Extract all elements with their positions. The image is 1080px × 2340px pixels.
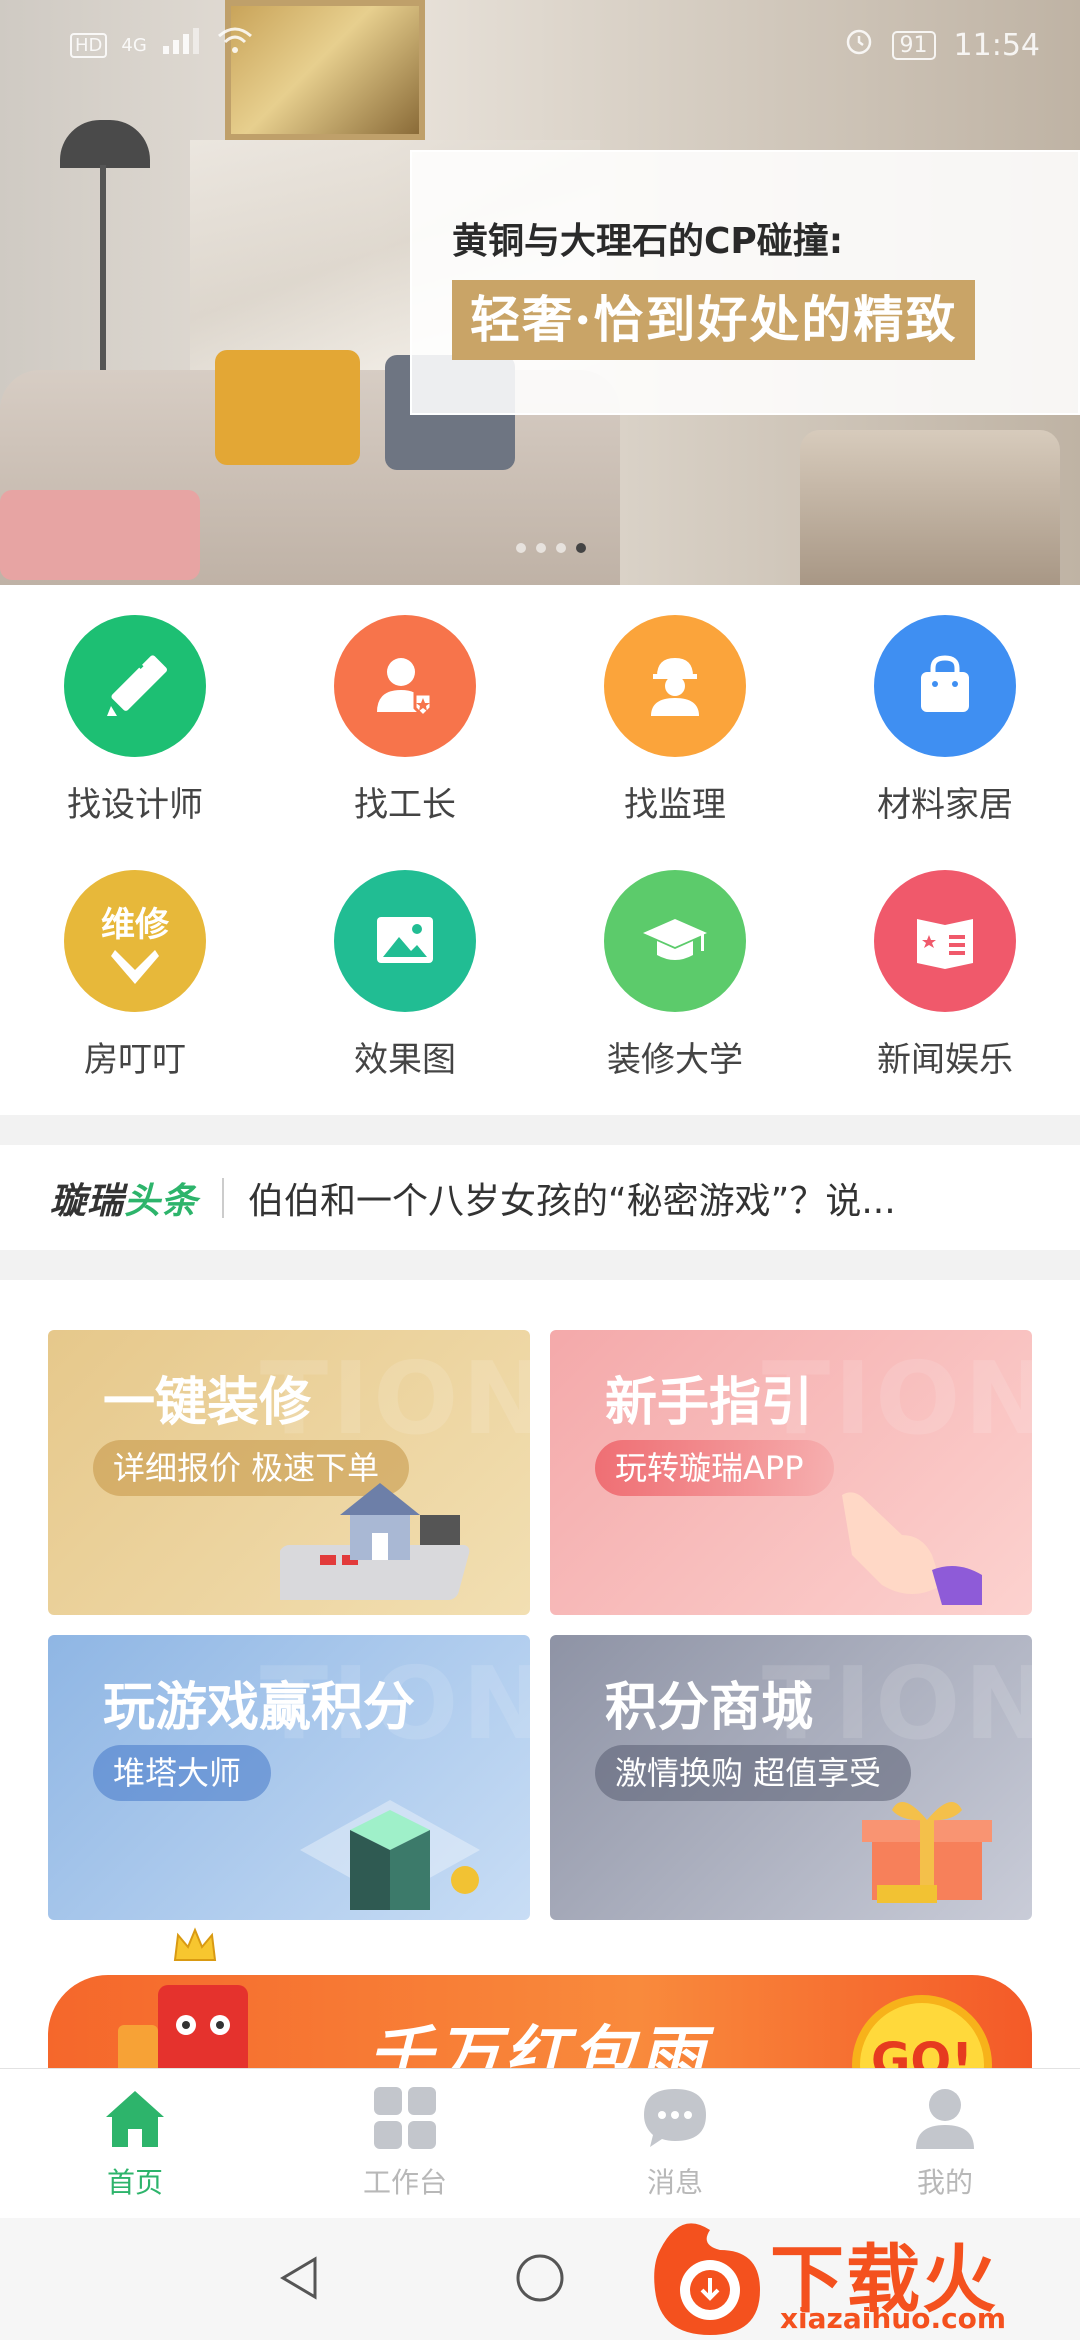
alarm-icon [844,26,874,64]
repair-icon: 维修 [64,870,206,1012]
carousel-indicator [516,543,586,553]
image-icon [334,870,476,1012]
flame-logo-icon [654,2223,760,2335]
repair-icon-text: 维修 [101,904,169,945]
grid-item-supervisor[interactable]: 找监理 [540,585,810,835]
download-site-watermark: 下载火 xiazaihuo.com [640,2210,1080,2340]
news-ticker[interactable]: 璇瑞头条 伯伯和一个八岁女孩的“秘密游戏”？说... [0,1145,1080,1250]
hero-banner[interactable]: 黄铜与大理石的CP碰撞: 轻奢·恰到好处的精致 HD 4G 91 11:54 [0,0,1080,585]
card-title: 积分商城 [605,1678,814,1738]
carousel-dot [556,543,566,553]
grid-label: 房叮叮 [84,1040,186,1080]
divider [222,1177,225,1218]
chat-icon [640,2083,710,2153]
grid-item-foreman[interactable]: 找工长 [270,585,540,835]
pointing-hand-icon [842,1492,982,1605]
clock: 11:54 [953,27,1040,63]
grid-icon [370,2083,440,2153]
grid-label: 装修大学 [607,1040,743,1080]
tab-label: 消息 [646,2166,703,2199]
pillow-yellow [215,350,360,465]
chair [800,430,1060,585]
graduation-cap-icon [604,870,746,1012]
foreman-icon [334,615,476,757]
feature-cards: TION 一键装修 详细报价 极速下单 TION 新手指引 玩转璇瑞APP TI… [0,1280,1080,2095]
card-title: 玩游戏赢积分 [103,1678,416,1738]
user-icon [910,2083,980,2153]
lamp-shade [60,120,150,168]
tab-label: 我的 [916,2166,973,2199]
home-icon [100,2083,170,2153]
tab-workbench[interactable]: 工作台 [270,2069,540,2218]
house-calculator-icon [280,1483,470,1600]
card-title: 一键装修 [103,1373,312,1433]
card-game-points[interactable]: TION 玩游戏赢积分 堆塔大师 [48,1635,530,1920]
service-grid: 找设计师 找工长 找监理 材料家居 维修 房叮叮 效果图 装修大学 新闻娱乐 [0,585,1080,1115]
card-quick-renovation[interactable]: TION 一键装修 详细报价 极速下单 [48,1330,530,1615]
carousel-dot-active [576,543,586,553]
headline-brand: 璇瑞头条 [50,1172,198,1224]
grid-item-materials[interactable]: 材料家居 [810,585,1080,835]
tab-messages[interactable]: 消息 [540,2069,810,2218]
tab-label: 首页 [106,2166,163,2199]
tab-home[interactable]: 首页 [0,2069,270,2218]
hero-caption-card: 黄铜与大理石的CP碰撞: 轻奢·恰到好处的精致 [410,150,1080,415]
headline-brand-b: 头条 [124,1180,199,1222]
pillow-pink [0,490,200,580]
hero-caption-line2: 轻奢·恰到好处的精致 [452,280,976,360]
headline-news[interactable]: 伯伯和一个八岁女孩的“秘密游戏”？说... [248,1172,896,1224]
card-title: 新手指引 [605,1373,814,1433]
signal-icon [161,26,201,64]
carousel-dot [536,543,546,553]
battery-icon: 91 [891,30,936,60]
grid-label: 新闻娱乐 [877,1040,1013,1080]
grid-label: 找监理 [624,785,726,825]
card-points-mall[interactable]: TION 积分商城 激情换购 超值享受 [550,1635,1032,1920]
crown-icon [173,1927,217,1961]
network-label: 4G [121,34,147,56]
hero-caption-line1: 黄铜与大理石的CP碰撞: [452,221,844,262]
shopping-bag-icon [874,615,1016,757]
grid-label: 找设计师 [67,785,203,825]
tab-label: 工作台 [362,2166,447,2199]
tab-profile[interactable]: 我的 [810,2069,1080,2218]
grid-item-repair[interactable]: 维修 房叮叮 [0,840,270,1090]
watermark-url: xiazaihuo.com [780,2302,1007,2335]
home-button-icon[interactable] [510,2248,570,2308]
carousel-dot [516,543,526,553]
grid-label: 找工长 [354,785,456,825]
grid-item-renderings[interactable]: 效果图 [270,840,540,1090]
designer-icon [64,615,206,757]
status-bar: HD 4G 91 11:54 [0,0,1080,90]
tower-block-icon [300,1800,480,1910]
card-subtitle: 堆塔大师 [93,1745,272,1801]
back-icon[interactable] [270,2248,330,2308]
grid-label: 材料家居 [877,785,1013,825]
hd-badge: HD [70,32,108,58]
grid-label: 效果图 [354,1040,456,1080]
card-beginner-guide[interactable]: TION 新手指引 玩转璇瑞APP [550,1330,1032,1615]
grid-item-university[interactable]: 装修大学 [540,840,810,1090]
grid-item-news[interactable]: 新闻娱乐 [810,840,1080,1090]
bottom-tab-bar: 首页 工作台 消息 我的 [0,2068,1080,2218]
headline-brand-a: 璇瑞 [50,1180,125,1222]
supervisor-icon [604,615,746,757]
gift-box-icon [862,1802,992,1903]
grid-item-designer[interactable]: 找设计师 [0,585,270,835]
news-icon [874,870,1016,1012]
wifi-icon [215,26,255,64]
